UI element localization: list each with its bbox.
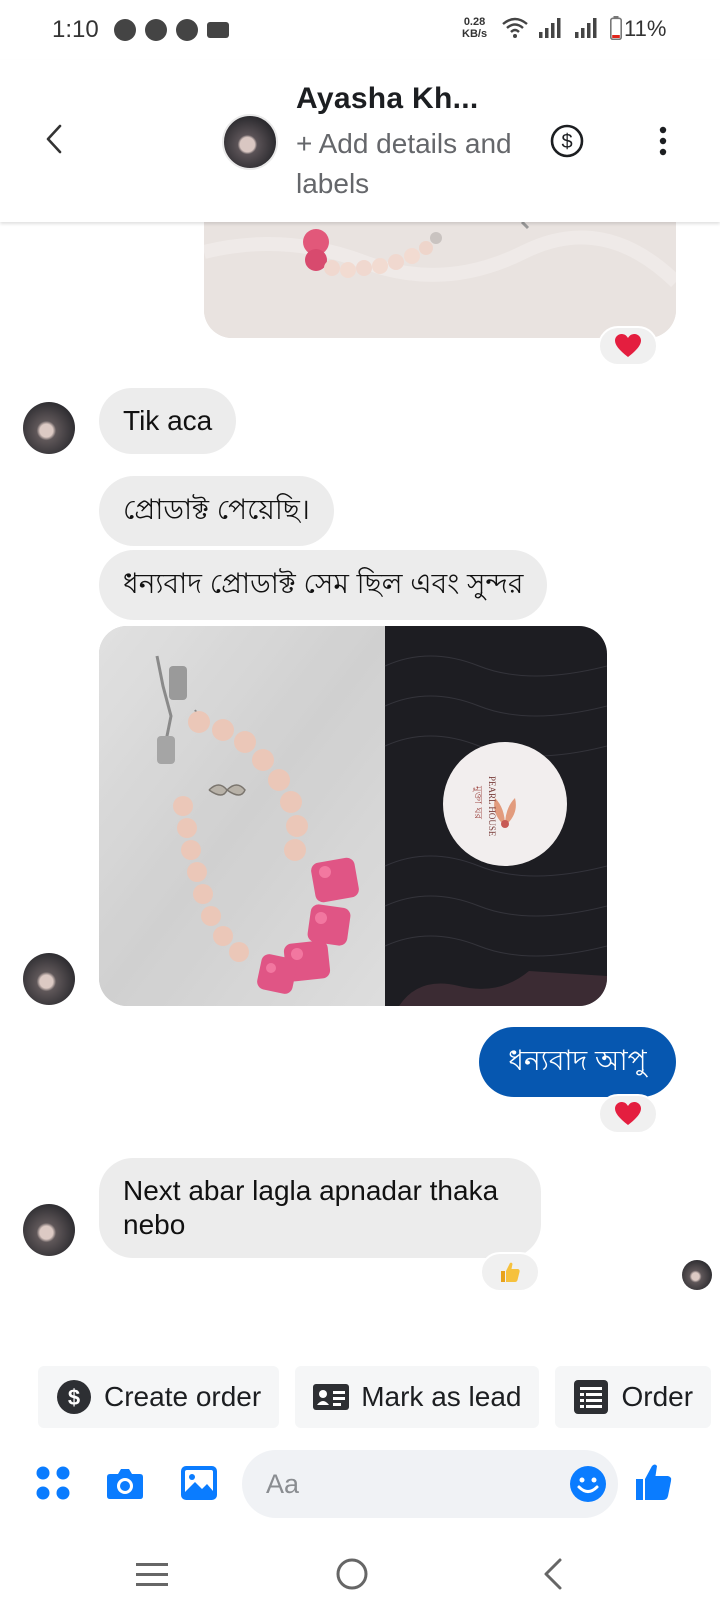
seen-avatar xyxy=(682,1260,712,1290)
play-notification-icon xyxy=(176,19,198,41)
messenger-notification-icon xyxy=(114,19,136,41)
dollar-circle-icon: $ xyxy=(57,1380,91,1414)
battery-icon xyxy=(610,16,622,40)
sender-avatar[interactable] xyxy=(23,953,75,1005)
back-button[interactable] xyxy=(38,122,72,156)
back-nav-icon[interactable] xyxy=(534,1554,574,1594)
notification-icons xyxy=(114,19,229,41)
dollar-circle-icon[interactable]: $ xyxy=(550,124,584,158)
wifi-icon xyxy=(502,17,528,38)
heart-reaction[interactable] xyxy=(598,1094,658,1134)
gallery-icon[interactable] xyxy=(180,1464,218,1502)
message-bubble-outgoing[interactable]: ধন্যবাদ আপু xyxy=(479,1027,676,1097)
sender-avatar[interactable] xyxy=(23,402,75,454)
order-button[interactable]: Order xyxy=(555,1366,712,1428)
thumbs-up-icon[interactable] xyxy=(634,1462,674,1502)
contact-card-icon xyxy=(313,1384,350,1410)
logo-text: PEARL HOUSE xyxy=(487,776,497,837)
svg-text:$: $ xyxy=(561,131,572,153)
heart-icon xyxy=(615,1102,641,1125)
receipt-icon xyxy=(574,1380,609,1414)
chat-notification-icon xyxy=(145,19,167,41)
contact-avatar[interactable] xyxy=(222,114,278,170)
message-bubble[interactable]: Tik aca xyxy=(99,388,237,454)
network-speed-value: 0.28 xyxy=(463,16,486,28)
emoji-icon[interactable] xyxy=(568,1464,608,1504)
order-label: Order xyxy=(621,1381,694,1412)
apps-icon[interactable] xyxy=(34,1464,72,1502)
logo-bangla: মুক্তা ঘর xyxy=(472,785,483,820)
signal-icon xyxy=(575,18,597,38)
heart-icon xyxy=(615,334,641,357)
mark-as-lead-button[interactable]: Mark as lead xyxy=(295,1366,540,1428)
message-bubble[interactable]: Next abar lagla apnadar thaka nebo xyxy=(99,1158,541,1258)
received-photo[interactable]: PEARL HOUSE মুক্তা ঘর xyxy=(99,626,607,1006)
network-speed-unit: KB/s xyxy=(462,28,488,40)
bracelet-package-photo: PEARL HOUSE মুক্তা ঘর xyxy=(99,626,607,1006)
more-vertical-icon[interactable] xyxy=(656,126,670,156)
shared-photo[interactable] xyxy=(204,222,676,338)
message-bubble[interactable]: প্রোডাক্ট পেয়েছি। xyxy=(99,476,334,546)
add-details-link[interactable]: + Add details and labels xyxy=(296,124,516,204)
system-indicators xyxy=(502,16,622,40)
camera-icon[interactable] xyxy=(106,1464,144,1502)
thumbs-up-reaction[interactable] xyxy=(480,1252,540,1292)
create-order-label: Create order xyxy=(104,1381,262,1412)
system-navigation-bar xyxy=(0,1540,720,1612)
message-thread[interactable]: Tik aca প্রোডাক্ট পেয়েছি। ধন্যবাদ প্রোড… xyxy=(0,222,720,1332)
create-order-button[interactable]: $ Create order xyxy=(38,1366,280,1428)
thumbs-up-icon xyxy=(501,1262,520,1282)
recent-apps-icon[interactable] xyxy=(132,1554,172,1594)
battery-percent: 11% xyxy=(624,16,667,41)
sender-avatar[interactable] xyxy=(23,1204,75,1256)
network-speed: 0.28 KB/s xyxy=(462,16,487,40)
message-input-wrapper[interactable] xyxy=(242,1450,618,1518)
message-input[interactable] xyxy=(266,1464,546,1504)
status-bar: 1:10 0.28 KB/s 11% xyxy=(0,0,720,60)
bracelet-photo xyxy=(204,222,676,338)
heart-reaction[interactable] xyxy=(598,326,658,366)
mark-as-lead-label: Mark as lead xyxy=(361,1381,522,1412)
quick-actions-bar[interactable]: $ Create order Mark as lead Order xyxy=(38,1366,712,1428)
svg-text:$: $ xyxy=(68,1385,80,1410)
mail-notification-icon xyxy=(207,22,229,38)
status-time: 1:10 xyxy=(52,16,99,43)
message-composer xyxy=(0,1450,720,1518)
conversation-header: Ayasha Kh... + Add details and labels $ xyxy=(0,60,720,222)
home-icon[interactable] xyxy=(332,1554,372,1594)
message-bubble[interactable]: ধন্যবাদ প্রোডাক্ট সেম ছিল এবং সুন্দর xyxy=(99,550,548,620)
signal-icon xyxy=(539,18,561,38)
contact-name[interactable]: Ayasha Kh... xyxy=(296,82,479,116)
